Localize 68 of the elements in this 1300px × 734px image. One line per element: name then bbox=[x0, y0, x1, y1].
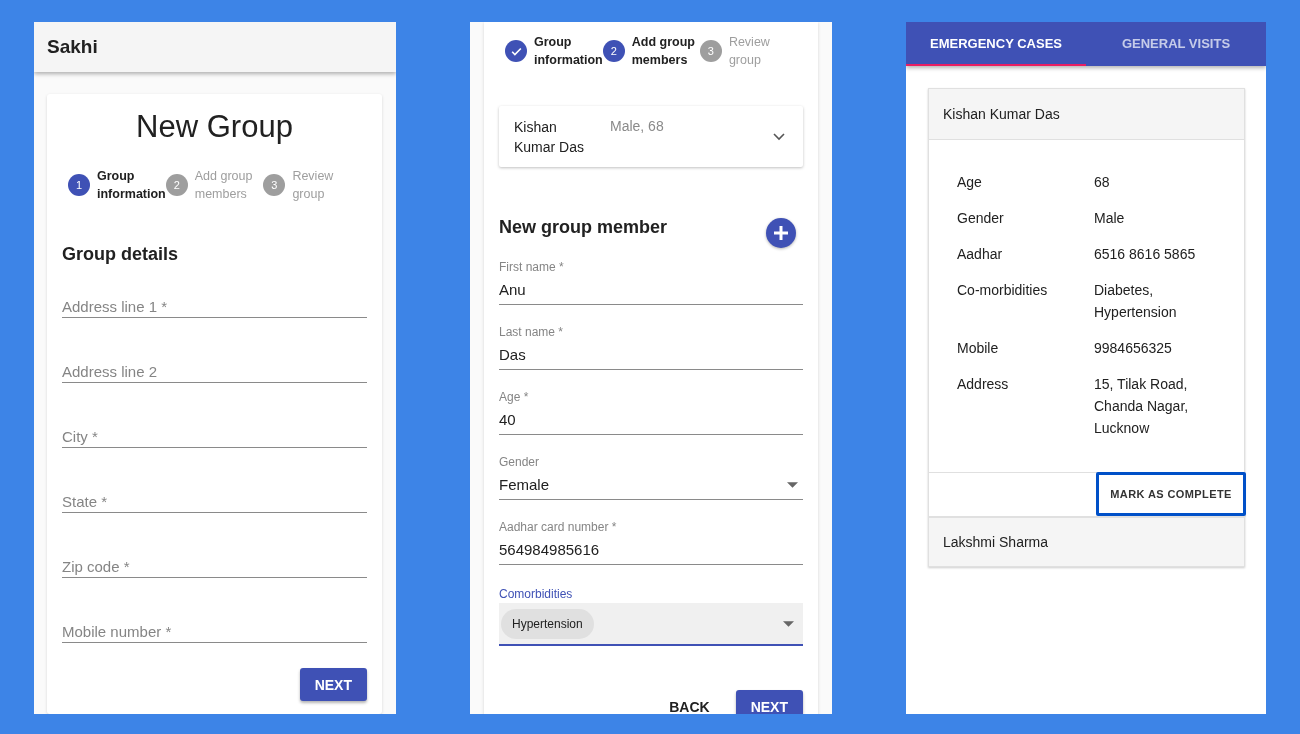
detail-label: Age bbox=[957, 173, 983, 192]
member-name: Kishan Kumar Das bbox=[514, 117, 586, 157]
input-field[interactable]: City * bbox=[62, 408, 367, 448]
step-number: 3 bbox=[699, 40, 722, 62]
next-button[interactable]: NEXT bbox=[299, 668, 367, 701]
step-label: Review group bbox=[728, 34, 771, 69]
input-field[interactable]: State * bbox=[62, 473, 367, 513]
detail-value: Diabetes, Hypertension bbox=[1094, 281, 1178, 322]
input-field[interactable]: Address line 1 * bbox=[62, 278, 367, 318]
step-label: Add group members bbox=[631, 34, 696, 69]
chip[interactable]: Hypertension bbox=[501, 608, 594, 639]
case-header[interactable]: Kishan Kumar Das bbox=[928, 88, 1245, 140]
detail-label: Gender bbox=[957, 209, 1005, 228]
next-button[interactable]: NEXT bbox=[735, 690, 803, 714]
member-summary: Male, 68 bbox=[610, 117, 665, 136]
field-value: Anu bbox=[499, 280, 527, 300]
step-number: 3 bbox=[263, 174, 286, 196]
dropdown-caret-icon bbox=[783, 620, 794, 627]
plus-icon bbox=[773, 225, 789, 241]
field-value: 564984985616 bbox=[499, 540, 601, 560]
member-panel[interactable]: Kishan Kumar Das Male, 68 bbox=[499, 106, 803, 167]
tab[interactable]: GENERAL VISITS bbox=[1086, 22, 1266, 66]
field-value: Female bbox=[499, 475, 551, 495]
add-button[interactable] bbox=[766, 218, 796, 248]
step-number: 2 bbox=[602, 40, 625, 62]
multi-select-field[interactable]: Hypertension bbox=[499, 603, 803, 646]
step-label: Review group bbox=[292, 168, 335, 203]
case-header[interactable]: Lakshmi Sharma bbox=[928, 517, 1245, 567]
detail-label: Address bbox=[957, 375, 1010, 394]
mark-complete-button[interactable]: MARK AS COMPLETE bbox=[1096, 472, 1246, 516]
detail-value: 6516 8616 5865 bbox=[1094, 245, 1197, 264]
input-field[interactable]: Zip code * bbox=[62, 538, 367, 578]
step-label: Group information bbox=[534, 34, 603, 69]
field-label: Last name * bbox=[499, 324, 565, 340]
input-field[interactable]: Mobile number * bbox=[62, 603, 367, 643]
step-label: Group information bbox=[97, 168, 166, 203]
patient-name: Lakshmi Sharma bbox=[943, 534, 1049, 550]
app-title: Sakhi bbox=[47, 36, 98, 58]
input-field[interactable]: Address line 2 bbox=[62, 343, 367, 383]
section-title: New group member bbox=[499, 216, 668, 239]
step-number: 2 bbox=[165, 174, 188, 196]
input-field[interactable]: Last name * Das bbox=[499, 324, 803, 370]
patient-name: Kishan Kumar Das bbox=[943, 106, 1060, 122]
input-field[interactable]: Age * 40 bbox=[499, 389, 803, 435]
field-label: Gender bbox=[499, 454, 541, 470]
step-number: 1 bbox=[68, 174, 90, 196]
detail-label: Mobile bbox=[957, 339, 1000, 358]
dropdown-caret-icon bbox=[787, 482, 798, 488]
detail-value: 9984656325 bbox=[1094, 339, 1173, 358]
field-value: Das bbox=[499, 345, 527, 365]
gender-select[interactable]: Gender Female bbox=[499, 454, 803, 500]
detail-label: Aadhar bbox=[957, 245, 1004, 264]
detail-value: 15, Tilak Road, Chanda Nagar, Lucknow bbox=[1094, 375, 1190, 438]
detail-label: Co-morbidities bbox=[957, 281, 1049, 300]
field-label: First name * bbox=[499, 259, 565, 275]
field-label: Aadhar card number * bbox=[499, 519, 618, 535]
page-title: New Group bbox=[135, 108, 294, 146]
section-title: Group details bbox=[62, 243, 179, 266]
back-button[interactable]: BACK bbox=[665, 690, 714, 714]
input-field[interactable]: Aadhar card number * 564984985616 bbox=[499, 519, 803, 565]
tab[interactable]: EMERGENCY CASES bbox=[906, 22, 1086, 66]
field-value: 40 bbox=[499, 410, 517, 430]
detail-value: Male bbox=[1094, 209, 1126, 228]
input-field[interactable]: First name * Anu bbox=[499, 259, 803, 305]
step-label: Add group members bbox=[194, 168, 254, 203]
detail-value: 68 bbox=[1094, 173, 1111, 192]
field-label: Age * bbox=[499, 389, 530, 405]
field-label: Comorbidities bbox=[499, 587, 573, 601]
